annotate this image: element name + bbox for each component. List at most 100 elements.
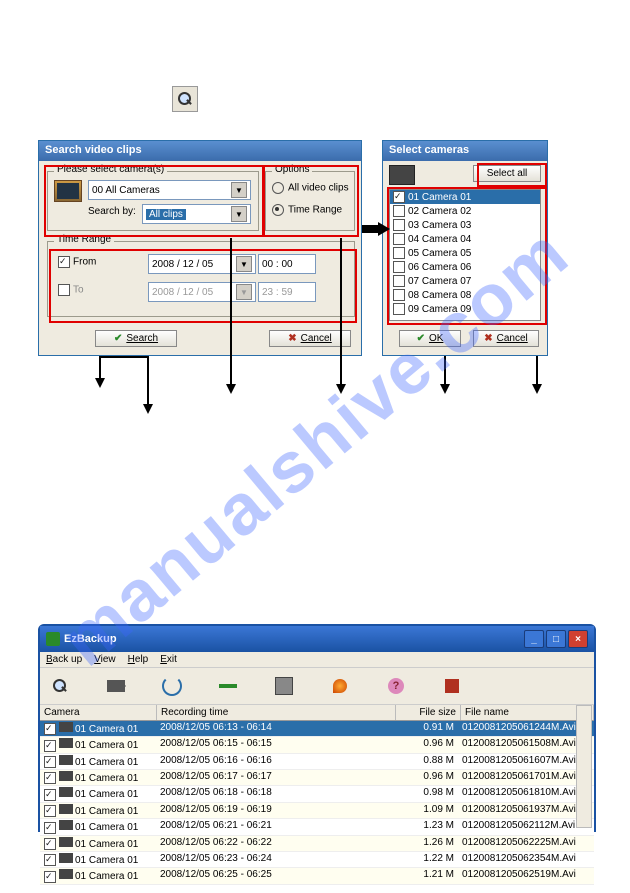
camera-icon [59,771,73,781]
radio-icon [272,204,284,216]
radio-icon [272,182,284,194]
select-cameras-dialog: Select cameras Select all 01 Camera 0102… [382,140,548,356]
option-all-clips[interactable]: All video clips [272,182,349,194]
table-row[interactable]: 01 Camera 012008/12/05 06:16 - 06:160.88… [40,754,594,770]
checkbox-icon [44,838,56,850]
checkbox-icon [44,854,56,866]
check-icon: ✔ [417,333,425,344]
camera-icon [59,820,73,830]
menu-item[interactable]: Exit [160,654,177,665]
checkbox-icon [44,740,56,752]
app-icon [46,632,60,646]
checkbox-icon [393,303,405,315]
group-select-cameras: Please select camera(s) 00 All Cameras ▼… [47,171,259,231]
checkbox-icon [44,822,56,834]
camera-icon [59,804,73,814]
to-time-input: 23 : 59 [258,282,316,302]
camera-list-item[interactable]: 02 Camera 02 [390,204,540,218]
check-icon: ✔ [114,333,122,344]
camera-icon [59,787,73,797]
export-icon[interactable] [216,674,240,698]
camcorder-icon [389,165,415,185]
help-icon[interactable]: ? [384,674,408,698]
from-time-input[interactable]: 00 : 00 [258,254,316,274]
search-by-dropdown[interactable]: All clips ▼ [142,204,251,224]
search-video-clips-dialog: Search video clips Please select camera(… [38,140,362,356]
checkbox-icon [393,219,405,231]
film-icon [54,180,82,202]
save-icon[interactable] [272,674,296,698]
to-checkbox[interactable]: To [58,284,84,296]
refresh-icon[interactable] [160,674,184,698]
camera-list[interactable]: 01 Camera 0102 Camera 0203 Camera 0304 C… [389,189,541,321]
camera-dropdown[interactable]: 00 All Cameras ▼ [88,180,251,200]
camera-list-item[interactable]: 05 Camera 05 [390,246,540,260]
minimize-button[interactable]: _ [524,630,544,648]
group-options: Options All video clips Time Range [265,171,355,231]
toolbar: ? [40,668,594,705]
option-time-range[interactable]: Time Range [272,204,342,216]
camera-icon [59,853,73,863]
from-checkbox[interactable]: From [58,256,96,268]
x-icon: ✖ [288,333,296,344]
checkbox-icon [44,772,56,784]
from-date-input[interactable]: 2008 / 12 / 05 ▼ [148,254,256,274]
menu-item[interactable]: Back up [46,654,82,665]
chevron-down-icon: ▼ [236,256,252,272]
table-row[interactable]: 01 Camera 012008/12/05 06:21 - 06:211.23… [40,819,594,835]
table-row[interactable]: 01 Camera 012008/12/05 06:15 - 06:150.96… [40,737,594,753]
table-row[interactable]: 01 Camera 012008/12/05 06:18 - 06:180.98… [40,786,594,802]
checkbox-icon [393,233,405,245]
table-row[interactable]: 01 Camera 012008/12/05 06:17 - 06:170.96… [40,770,594,786]
cancel-button[interactable]: ✖ Cancel [269,330,351,347]
camera-icon[interactable] [104,674,128,698]
camera-icon [59,869,73,879]
table-row[interactable]: 01 Camera 012008/12/05 06:19 - 06:191.09… [40,803,594,819]
camera-list-item[interactable]: 08 Camera 08 [390,288,540,302]
camera-icon [59,837,73,847]
close-button[interactable]: × [568,630,588,648]
menu-bar: Back up View Help Exit [40,652,594,668]
search-icon[interactable] [48,674,72,698]
search-button[interactable]: ✔ Search [95,330,177,347]
cancel-button[interactable]: ✖ Cancel [473,330,539,347]
checkbox-icon [393,289,405,301]
checkbox-icon [44,871,56,883]
table-row[interactable]: 01 Camera 012008/12/05 06:23 - 06:241.22… [40,852,594,868]
exit-icon[interactable] [440,674,464,698]
table-row[interactable]: 01 Camera 012008/12/05 06:22 - 06:221.26… [40,836,594,852]
menu-item[interactable]: Help [128,654,149,665]
table-row[interactable]: 01 Camera 012008/12/05 06:25 - 06:251.21… [40,868,594,884]
camera-list-item[interactable]: 07 Camera 07 [390,274,540,288]
vertical-scrollbar[interactable] [576,705,592,828]
checkbox-icon [393,191,405,203]
camera-list-item[interactable]: 03 Camera 03 [390,218,540,232]
checkbox-icon [44,756,56,768]
chevron-down-icon: ▼ [236,284,252,300]
group-time-range: Time Range From 2008 / 12 / 05 ▼ 00 : 00… [47,241,355,317]
chevron-down-icon: ▼ [231,182,247,198]
table-row[interactable]: 01 Camera 012008/12/05 06:13 - 06:140.91… [40,721,594,737]
camera-icon [59,755,73,765]
checkbox-icon [44,789,56,801]
checkbox-icon [44,805,56,817]
ok-button[interactable]: ✔ OK [399,330,461,347]
camera-list-item[interactable]: 06 Camera 06 [390,260,540,274]
checkbox-icon [44,723,56,735]
search-tool-icon [172,86,198,112]
dialog-title: Search video clips [39,141,361,161]
maximize-button[interactable]: □ [546,630,566,648]
camera-list-item[interactable]: 09 Camera 09 [390,302,540,316]
camera-list-item[interactable]: 04 Camera 04 [390,232,540,246]
burn-icon[interactable] [328,674,352,698]
menu-item[interactable]: View [94,654,116,665]
checkbox-icon [393,247,405,259]
grid-body: 01 Camera 012008/12/05 06:13 - 06:140.91… [40,721,594,885]
window-title-bar: EzBackup _ □ × [40,626,594,652]
chevron-down-icon: ▼ [231,206,247,222]
camera-list-item[interactable]: 01 Camera 01 [390,190,540,204]
camera-icon [59,722,73,732]
select-all-button[interactable]: Select all [473,165,541,182]
grid-header: Camera Recording time File size File nam… [40,705,594,721]
to-date-input: 2008 / 12 / 05 ▼ [148,282,256,302]
